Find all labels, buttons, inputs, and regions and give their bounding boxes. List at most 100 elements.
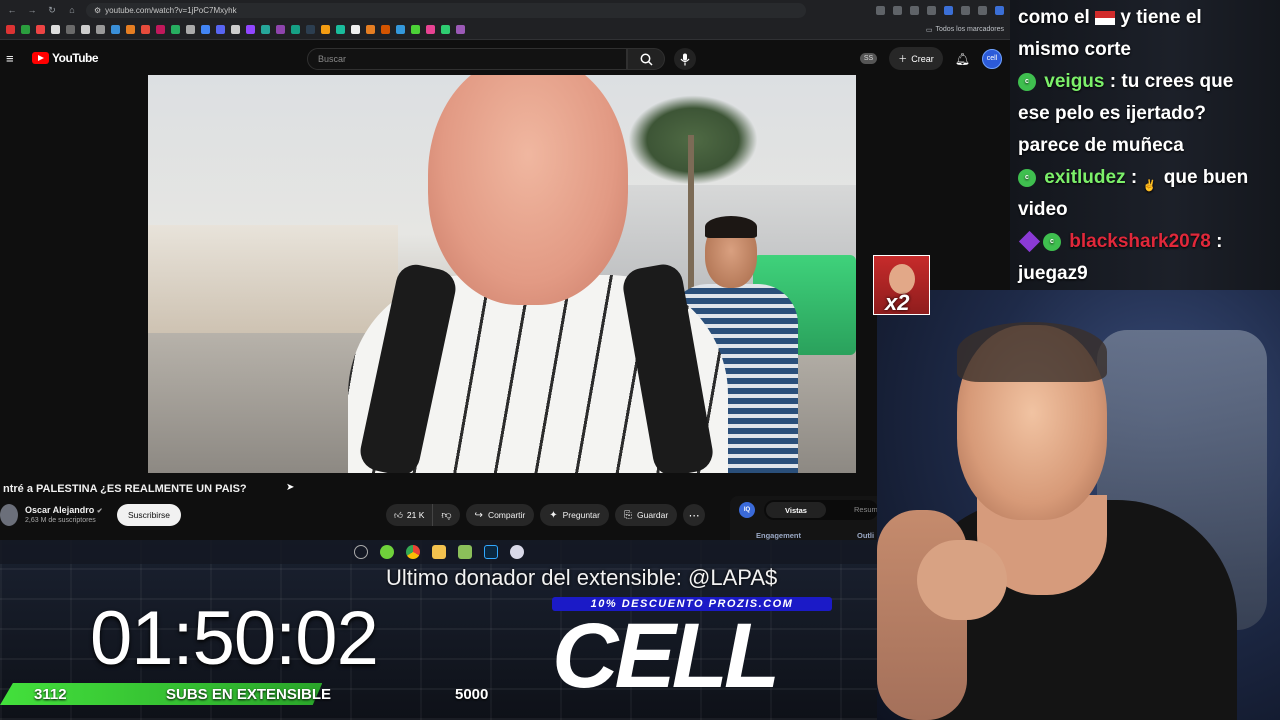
bookmark-icon[interactable]: [426, 25, 435, 34]
browser-toolbar: ← → ↻ ⌂ ⚙ youtube.com/watch?v=1jPoC7Mxyh…: [0, 0, 1010, 20]
like-count: 21 K: [406, 510, 425, 520]
create-button[interactable]: ＋ Crear: [889, 47, 943, 70]
folder-icon[interactable]: [432, 545, 446, 559]
bookmark-icon[interactable]: [6, 25, 15, 34]
minecraft-icon[interactable]: [458, 545, 472, 559]
address-bar[interactable]: ⚙ youtube.com/watch?v=1jPoC7Mxyhk: [86, 2, 806, 18]
reload-icon[interactable]: ↻: [46, 4, 58, 16]
bookmark-icon[interactable]: [336, 25, 345, 34]
ss-badge[interactable]: SS: [859, 53, 878, 64]
chat-message-continued: mismo corte: [1018, 39, 1131, 60]
bookmark-icon[interactable]: [186, 25, 195, 34]
cell-brand-logo: CELL: [552, 605, 780, 707]
search-placeholder: Buscar: [318, 54, 347, 64]
like-dislike-group: 👍︎ 21 K 👎︎: [386, 504, 460, 526]
bookmark-icon[interactable]: [81, 25, 90, 34]
chrome-icon[interactable]: [406, 545, 420, 559]
site-info-icon[interactable]: ⚙: [94, 6, 101, 15]
bookmark-icon[interactable]: [276, 25, 285, 34]
video-player[interactable]: [148, 75, 856, 473]
voice-search-button[interactable]: [674, 48, 696, 70]
bookmark-icon[interactable]: [36, 25, 45, 34]
bookmark-icon[interactable]: [141, 25, 150, 34]
extension-icon[interactable]: [944, 5, 953, 15]
photoshop-icon[interactable]: [484, 545, 498, 559]
analytics-side-panel: IQ Vistas Resum Engagement Outli: [730, 496, 878, 540]
multiplier-label: x2: [885, 290, 910, 315]
chat-message-continued: ese pelo es ijertado?: [1018, 103, 1206, 124]
bookmark-icon[interactable]: [396, 25, 405, 34]
bookmark-icon[interactable]: [156, 25, 165, 34]
bookmark-icon[interactable]: [201, 25, 210, 34]
bookmark-icon[interactable]: [291, 25, 300, 34]
bookmark-star-icon[interactable]: [910, 5, 919, 15]
bookmark-icon[interactable]: [231, 25, 240, 34]
chat-text: que buen: [1163, 167, 1249, 188]
youtube-play-icon: [32, 52, 49, 64]
app-icon[interactable]: [510, 545, 524, 559]
forward-icon[interactable]: →: [26, 4, 38, 16]
zoom-icon[interactable]: [876, 5, 885, 15]
tab-resumen[interactable]: Resum: [854, 505, 878, 514]
save-label: Guardar: [636, 510, 669, 520]
youtube-header: ≡ YouTube Buscar SS ＋ Crear 🔔︎ cell: [0, 40, 1010, 76]
bookmark-icon[interactable]: [66, 25, 75, 34]
video-building-left: [148, 225, 398, 345]
bookmark-icon[interactable]: [171, 25, 180, 34]
bookmark-icon[interactable]: [411, 25, 420, 34]
app-icon[interactable]: [380, 545, 394, 559]
bookmark-icon[interactable]: [351, 25, 360, 34]
search-button[interactable]: [627, 48, 665, 70]
menu-icon[interactable]: [978, 5, 987, 15]
iq-badge[interactable]: IQ: [739, 502, 755, 518]
extension-icon[interactable]: [927, 5, 936, 15]
second-person-hair: [705, 216, 757, 238]
bookmark-icon[interactable]: [126, 25, 135, 34]
like-button[interactable]: 👍︎ 21 K: [386, 504, 434, 526]
bookmark-icon[interactable]: [21, 25, 30, 34]
notifications-bell-icon[interactable]: 🔔︎: [955, 52, 970, 66]
chat-message: c veigus : tu crees que: [1018, 66, 1272, 98]
chat-text: y tiene el: [1120, 7, 1202, 28]
tab-vistas[interactable]: Vistas: [766, 502, 826, 518]
chat-username: exitludez: [1044, 167, 1126, 188]
bookmark-icon[interactable]: [321, 25, 330, 34]
bookmark-icon[interactable]: [261, 25, 270, 34]
bookmark-icon[interactable]: [366, 25, 375, 34]
share-icon[interactable]: [893, 5, 902, 15]
chat-message-continued: parece de muñeca: [1018, 135, 1184, 156]
bookmark-icon[interactable]: [96, 25, 105, 34]
flag-emote-icon: [1095, 10, 1116, 25]
save-button[interactable]: ⎘ Guardar: [614, 504, 678, 526]
chat-overlay: como el y tiene el mismo corte c veigus …: [1010, 0, 1280, 290]
cell-badge-icon: c: [1018, 168, 1036, 187]
bookmark-icon[interactable]: [456, 25, 465, 34]
more-actions-button[interactable]: ⋯: [683, 504, 706, 526]
channel-avatar[interactable]: [0, 504, 18, 526]
all-bookmarks-folder[interactable]: ▭ Todos los marcadores: [926, 26, 1004, 34]
share-label: Compartir: [487, 510, 526, 520]
channel-name[interactable]: Oscar Alejandro ✔: [25, 505, 103, 515]
chat-message: c exitludez : ✌ que buen: [1018, 162, 1272, 194]
bookmark-icon[interactable]: [216, 25, 225, 34]
subscribe-button[interactable]: Suscribirse: [117, 504, 181, 526]
bookmark-icon[interactable]: [246, 25, 255, 34]
bookmark-icon[interactable]: [51, 25, 60, 34]
bookmark-icon[interactable]: [441, 25, 450, 34]
chat-message: c blackshark2078 :: [1018, 226, 1272, 258]
account-avatar[interactable]: cell: [982, 48, 1002, 69]
puzzle-icon[interactable]: [961, 5, 970, 15]
youtube-logo[interactable]: YouTube: [32, 51, 99, 65]
bookmark-icon[interactable]: [111, 25, 120, 34]
bookmark-icon[interactable]: [306, 25, 315, 34]
home-icon[interactable]: ⌂: [66, 4, 78, 16]
profile-icon[interactable]: [995, 5, 1004, 15]
share-button[interactable]: ↪ Compartir: [465, 504, 535, 526]
dislike-button[interactable]: 👎︎: [433, 504, 459, 526]
obs-icon[interactable]: [354, 545, 368, 559]
hamburger-menu-icon[interactable]: ≡: [6, 51, 22, 66]
bookmark-icon[interactable]: [381, 25, 390, 34]
back-icon[interactable]: ←: [6, 4, 18, 16]
search-input[interactable]: Buscar: [307, 48, 627, 70]
ask-button[interactable]: ✦ Preguntar: [540, 504, 609, 526]
